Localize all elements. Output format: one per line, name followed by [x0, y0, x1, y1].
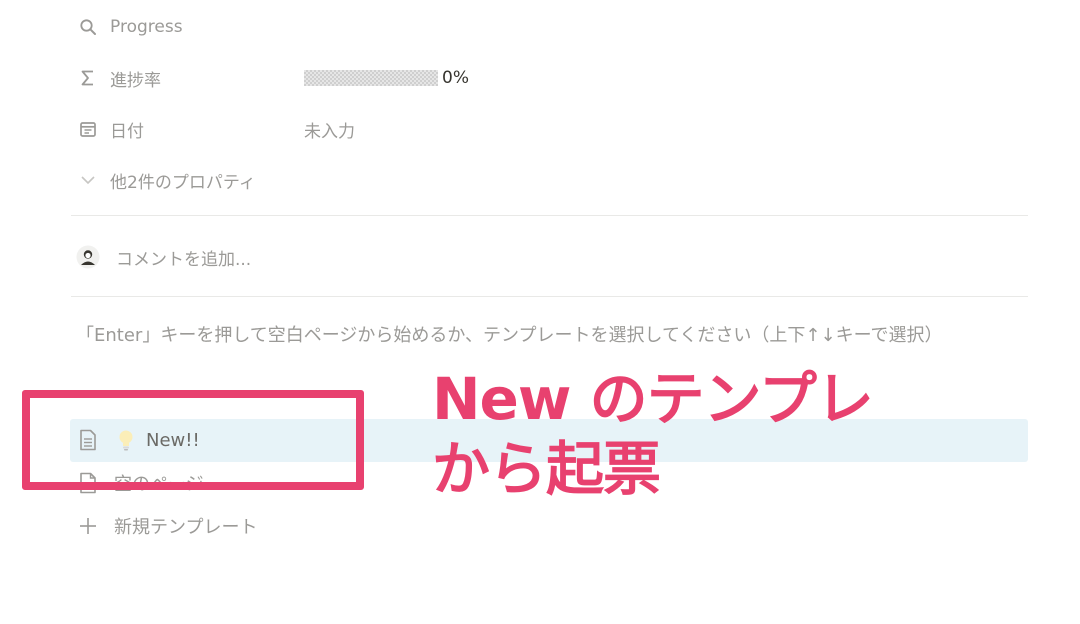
date-value[interactable]: 未入力 [304, 114, 355, 144]
property-label: Progress [110, 17, 183, 37]
divider [71, 296, 1028, 297]
calendar-icon [76, 117, 100, 141]
progress-value[interactable]: 0% [304, 63, 469, 93]
new-template-button[interactable]: 新規テンプレート [76, 506, 257, 546]
avatar [76, 245, 100, 269]
property-row-date[interactable]: 日付 未入力 [76, 114, 676, 144]
search-icon [76, 15, 100, 39]
property-label: 日付 [110, 121, 144, 142]
more-properties-label: 他2件のプロパティ [110, 172, 256, 193]
divider [71, 215, 1028, 216]
comment-row[interactable]: コメントを追加... [76, 242, 251, 272]
property-label: 進捗率 [110, 70, 161, 91]
comment-input[interactable]: コメントを追加... [116, 245, 251, 270]
annotation-highlight-box [22, 390, 364, 490]
progress-bar [304, 70, 438, 86]
property-row-progress-rate[interactable]: 進捗率 0% [76, 63, 676, 93]
sigma-icon [76, 66, 100, 90]
chevron-down-icon [76, 168, 100, 192]
plus-icon [76, 514, 100, 538]
annotation-line-2: から起票 [432, 435, 661, 503]
annotation-line-1: New のテンプレ [432, 365, 874, 433]
more-properties-toggle[interactable]: 他2件のプロパティ [76, 165, 256, 195]
template-hint: 「Enter」キーを押して空白ページから始めるか、テンプレートを選択してください… [76, 325, 943, 346]
new-template-label: 新規テンプレート [114, 517, 258, 538]
progress-percent: 0% [442, 68, 469, 88]
property-row-progress[interactable]: Progress [76, 12, 183, 42]
annotation-text: New のテンプレ から起票 [432, 364, 874, 504]
